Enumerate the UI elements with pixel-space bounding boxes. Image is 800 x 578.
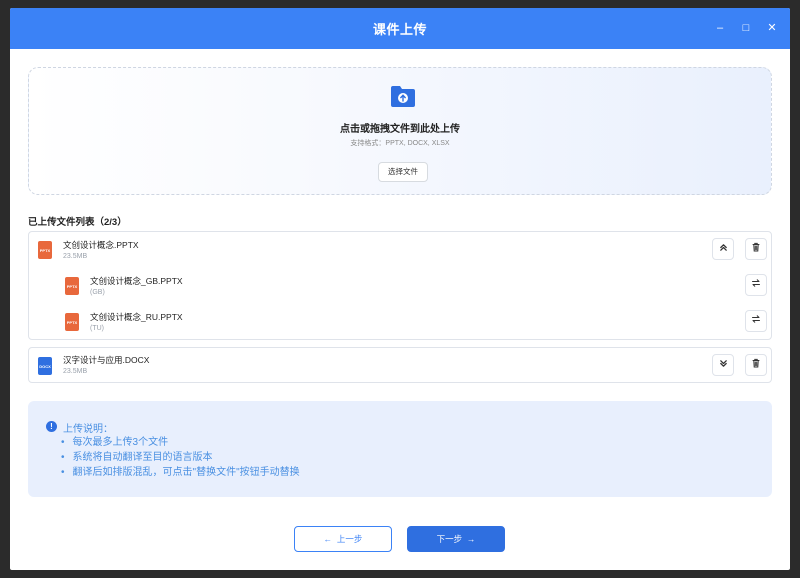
file-language: (TU) [90, 325, 104, 332]
window-controls: – □ ✕ [714, 18, 778, 38]
translated-file-row: PPTX 文创设计概念_RU.PPTX (TU) [29, 304, 771, 338]
title-bar: 课件上传 – □ ✕ [10, 8, 790, 49]
list-item: 系统将自动翻译至目的语言版本 [61, 450, 300, 465]
pptx-file-icon: PPTX [38, 241, 52, 259]
window-title: 课件上传 [372, 22, 427, 37]
file-name: 文创设计概念_GB.PPTX [90, 276, 183, 286]
replace-file-button[interactable] [745, 274, 767, 296]
arrow-right-icon: → [466, 534, 476, 544]
delete-button[interactable] [745, 238, 767, 260]
translated-file-row: PPTX 文创设计概念_GB.PPTX (GB) [29, 268, 771, 302]
expand-button[interactable] [712, 354, 734, 376]
supported-formats: 支持格式：PPTX, DOCX, XLSX [350, 140, 450, 147]
file-group: PPTX 文创设计概念.PPTX 23.5MB PPTX 文创设计概念_GB.P… [28, 231, 772, 340]
previous-step-button[interactable]: ← 上一步 [294, 526, 392, 552]
file-list-title: 已上传文件列表（2/3） [28, 217, 127, 228]
pptx-file-icon: PPTX [65, 277, 79, 295]
arrow-left-icon: ← [323, 534, 333, 544]
instructions-list: 每次最多上传3个文件 系统将自动翻译至目的语言版本 翻译后如排版混乱，可点击"替… [61, 435, 300, 480]
swap-icon [752, 315, 760, 323]
file-name: 文创设计概念.PPTX [63, 240, 139, 250]
upload-dialog: 课件上传 – □ ✕ 点击或拖拽文件到此处上传 支持格式：PPTX, DOCX,… [10, 8, 790, 570]
file-size: 23.5MB [63, 368, 88, 375]
file-language: (GB) [90, 289, 105, 296]
pptx-file-icon: PPTX [65, 313, 79, 331]
collapse-button[interactable] [712, 238, 734, 260]
minimize-button[interactable]: – [714, 18, 726, 38]
replace-file-button[interactable] [745, 310, 767, 332]
instructions-title: 上传说明： [63, 424, 113, 435]
upload-instructions: ! 上传说明： 每次最多上传3个文件 系统将自动翻译至目的语言版本 翻译后如排版… [28, 401, 772, 497]
file-group: DOCX 汉字设计与应用.DOCX 23.5MB [28, 347, 772, 383]
chevron-double-down-icon [719, 360, 727, 367]
delete-button[interactable] [745, 354, 767, 376]
file-row: PPTX 文创设计概念.PPTX 23.5MB [29, 232, 771, 266]
file-name: 文创设计概念_RU.PPTX [90, 312, 183, 322]
folder-upload-icon [391, 86, 415, 107]
maximize-button[interactable]: □ [740, 18, 752, 38]
swap-icon [752, 279, 760, 287]
trash-icon [752, 242, 760, 252]
file-size: 23.5MB [63, 253, 88, 260]
close-button[interactable]: ✕ [766, 18, 778, 38]
select-file-button[interactable]: 选择文件 [378, 162, 428, 182]
next-step-label: 下一步 [436, 534, 463, 544]
list-item: 每次最多上传3个文件 [61, 435, 300, 450]
file-row: DOCX 汉字设计与应用.DOCX 23.5MB [29, 348, 771, 382]
list-item: 翻译后如排版混乱，可点击"替换文件"按钮手动替换 [61, 465, 300, 480]
dropzone-title: 点击或拖拽文件到此处上传 [340, 124, 460, 135]
upload-dropzone[interactable]: 点击或拖拽文件到此处上传 支持格式：PPTX, DOCX, XLSX 选择文件 [28, 67, 772, 195]
info-icon: ! [46, 421, 57, 432]
chevron-double-up-icon [719, 244, 727, 251]
next-step-button[interactable]: 下一步 → [407, 526, 505, 552]
file-name: 汉字设计与应用.DOCX [63, 355, 150, 365]
trash-icon [752, 358, 760, 368]
docx-file-icon: DOCX [38, 357, 52, 375]
previous-step-label: 上一步 [336, 534, 363, 544]
